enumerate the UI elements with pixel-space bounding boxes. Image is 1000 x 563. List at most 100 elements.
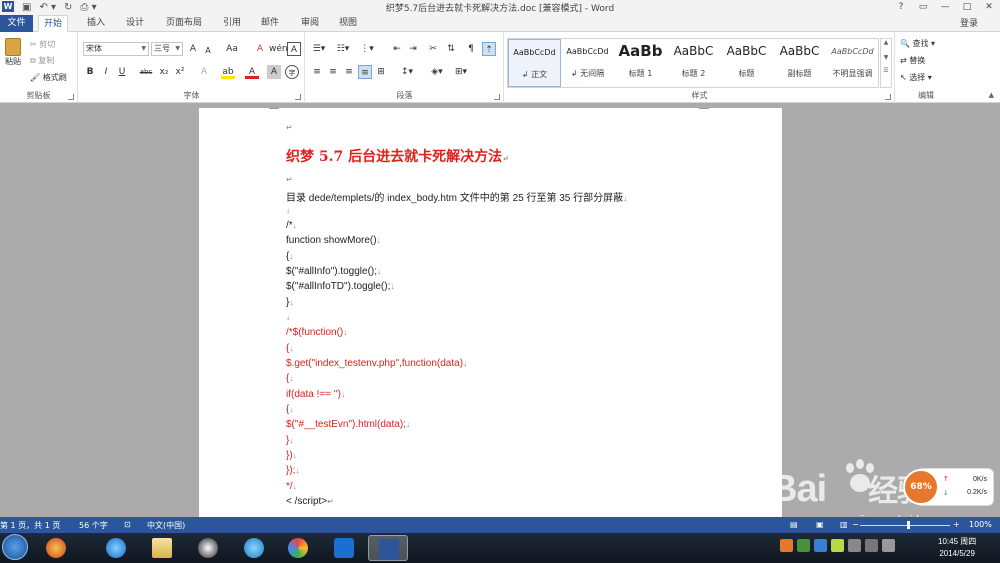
language-indicator[interactable]: 中文(中国) [147,520,185,531]
style-subtitle[interactable]: AaBbC 副标题 [773,39,826,87]
italic-button[interactable]: I [99,65,113,79]
font-launcher[interactable] [295,94,301,100]
zoom-in-button[interactable]: + [953,520,960,529]
shield-icon[interactable] [814,539,827,552]
styles-launcher[interactable] [885,94,891,100]
find-button[interactable]: 🔍 查找 ▾ [900,38,935,49]
clipboard-launcher[interactable] [68,94,74,100]
sort-button[interactable]: ⇅ [444,42,458,56]
taskbar-app-chrome[interactable] [278,535,318,561]
enclose-char-button[interactable]: 字 [285,65,299,79]
numbering-button[interactable]: ☷▾ [334,42,352,56]
tab-design[interactable]: 设计 [121,15,149,32]
document-page[interactable]: ↵ 织梦 5.7 后台进去就卡死解决方法↵ ↵ 目录 dede/templets… [199,108,782,517]
subscript-button[interactable]: x₂ [157,65,171,79]
network-speed-widget[interactable]: 68% ↑ ↓ 0K/s 0.2K/s [903,468,994,506]
page-count[interactable]: 第 1 页，共 1 页 [0,520,60,531]
monitor-icon[interactable] [865,539,878,552]
superscript-button[interactable]: x² [173,65,187,79]
multilevel-list-button[interactable]: ⋮▾ [358,42,376,56]
styles-scroll[interactable]: ▲ ▼ ☰ [880,38,892,88]
collapse-ribbon-icon[interactable]: ▲ [989,91,994,99]
bold-button[interactable]: B [83,65,97,79]
highlight-button[interactable]: ab [221,65,235,79]
zoom-slider[interactable] [860,525,950,526]
proofing-icon[interactable]: ⊡ [124,520,131,529]
ribbon-display-button[interactable]: ▭ [912,0,934,14]
network-icon[interactable] [797,539,810,552]
maximize-button[interactable]: □ [956,0,978,14]
zoom-slider-handle[interactable] [907,521,910,529]
shading-button[interactable]: ◈▾ [428,65,446,79]
clear-format-button[interactable]: A [253,42,267,56]
taskbar-app-maxthon[interactable] [324,535,364,561]
tab-insert[interactable]: 插入 [82,15,110,32]
increase-indent-button[interactable]: ⇥ [406,42,420,56]
zoom-out-button[interactable]: − [852,520,859,529]
strikethrough-button[interactable]: abc [137,65,155,79]
tab-file[interactable]: 文件 [0,15,33,32]
web-layout-icon[interactable]: ▥ [840,520,848,529]
replace-button[interactable]: ⇄ 替换 [900,55,925,66]
print-layout-icon[interactable]: ▣ [816,520,824,529]
show-marks-button[interactable]: ¶ [464,42,478,56]
align-left-button[interactable]: ≡ [310,65,324,79]
justify-button[interactable]: ≡ [358,65,372,79]
style-normal[interactable]: AaBbCcDd ↲ 正文 [508,39,561,87]
help-button[interactable]: ? [890,0,912,14]
cut-button[interactable]: ✂ 剪切 [30,39,55,50]
taskbar-app-explorer[interactable] [142,535,182,561]
tab-references[interactable]: 引用 [218,15,246,32]
close-button[interactable]: ✕ [978,0,1000,14]
font-size-select[interactable]: 三号 ▼ [151,42,183,56]
style-heading-2[interactable]: AaBbC 标题 2 [667,39,720,87]
style-subtle-emphasis[interactable]: AaBbCcDd 不明显强调 [826,39,879,87]
font-name-select[interactable]: 宋体 ▼ [83,42,149,56]
speed-ball[interactable]: 68% [903,469,939,505]
security-app-icon[interactable] [831,539,844,552]
select-button[interactable]: ↖ 选择 ▾ [900,72,932,83]
taskbar-app-qq[interactable] [188,535,228,561]
align-right-button[interactable]: ≡ [342,65,356,79]
decrease-indent-button[interactable]: ⇤ [390,42,404,56]
word-count[interactable]: 56 个字 [79,520,108,531]
tab-layout[interactable]: 页面布局 [161,15,207,32]
taskbar-app-k[interactable] [234,535,274,561]
phonetic-button[interactable]: wén [269,42,288,56]
start-button[interactable] [2,534,28,560]
login-link[interactable]: 登录 [960,16,978,29]
zoom-level[interactable]: 100% [969,520,992,529]
align-center-button[interactable]: ≡ [326,65,340,79]
tab-home[interactable]: 开始 [38,15,69,32]
volume-icon[interactable] [882,539,895,552]
taskbar-app-media[interactable] [36,535,76,561]
bullets-button[interactable]: ☰▾ [310,42,328,56]
chevron-down-icon[interactable]: ▼ [881,54,891,61]
clock[interactable]: 10:45 周四 2014/5/29 [938,536,976,560]
char-border-button[interactable]: A [287,42,301,56]
grow-font-button[interactable]: A [186,42,200,56]
char-shading-button[interactable]: A [267,65,281,79]
taskbar-app-word[interactable] [368,535,408,561]
paste-button[interactable]: 粘贴 [2,38,24,76]
paragraph-launcher[interactable] [494,94,500,100]
input-method-icon[interactable] [780,539,793,552]
style-heading-1[interactable]: AaBb 标题 1 [614,39,667,87]
chinese-layout-button[interactable]: ✂ [426,42,440,56]
change-case-button[interactable]: Aa [222,42,242,56]
line-spacing-button[interactable]: ↕▾ [398,65,416,79]
borders-button[interactable]: ⊞▾ [452,65,470,79]
taskbar-app-ie[interactable] [96,535,136,561]
text-effects-button[interactable]: A [197,65,211,79]
minimize-button[interactable]: — [934,0,956,14]
flag-icon[interactable] [848,539,861,552]
tab-review[interactable]: 审阅 [296,15,324,32]
style-title[interactable]: AaBbC 标题 [720,39,773,87]
shrink-font-button[interactable]: A [201,44,215,58]
read-mode-icon[interactable]: ▤ [790,520,798,529]
style-no-spacing[interactable]: AaBbCcDd ↲ 无间隔 [561,39,614,87]
tab-view[interactable]: 视图 [334,15,362,32]
font-color-button[interactable]: A [245,65,259,79]
format-painter-button[interactable]: 🖌 格式刷 [30,72,67,83]
chevron-up-icon[interactable]: ▲ [881,39,891,46]
